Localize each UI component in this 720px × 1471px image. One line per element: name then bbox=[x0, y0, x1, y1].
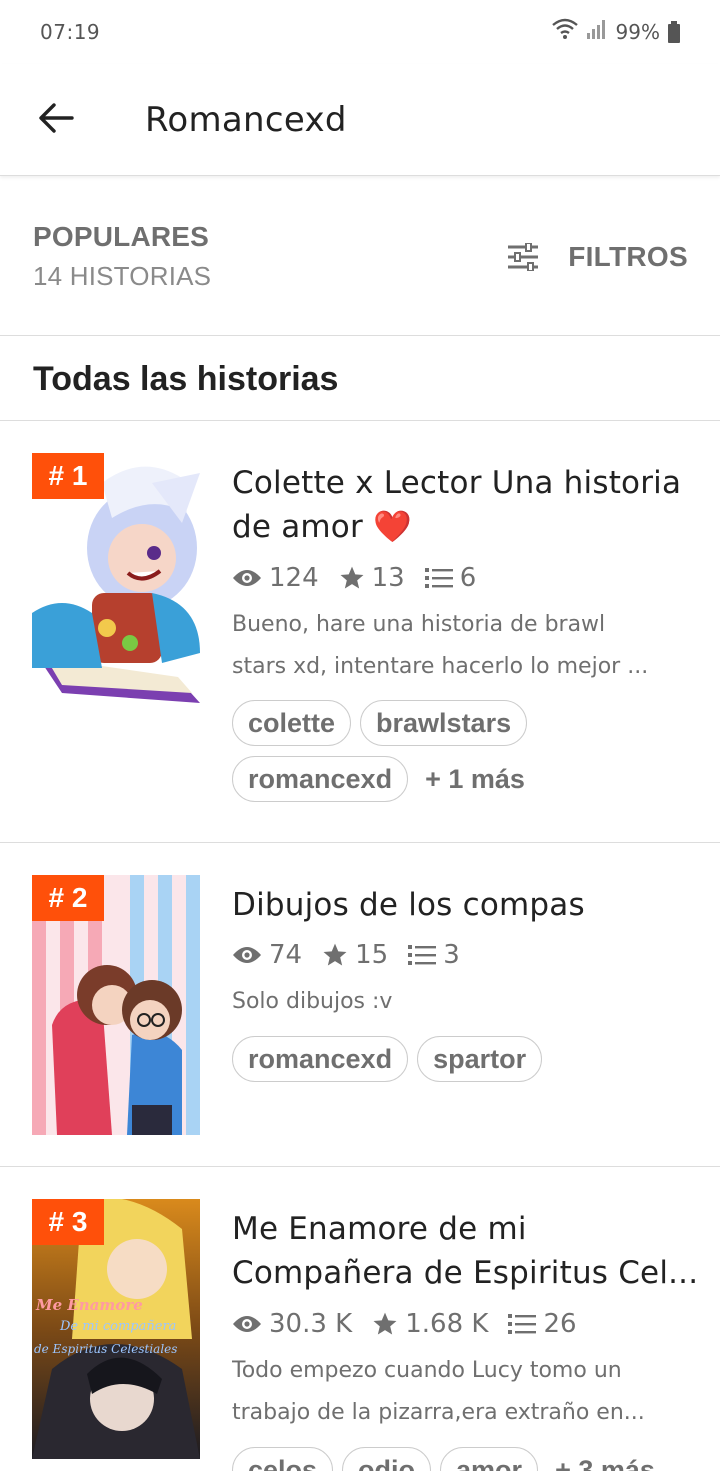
rank-badge: # 2 bbox=[32, 875, 104, 921]
story-title-line: Compañera de Espiritus Cel... bbox=[232, 1255, 699, 1291]
eye-icon bbox=[233, 1316, 261, 1332]
app-bar: Romancexd bbox=[0, 64, 720, 176]
story-description: Solo dibujos :v bbox=[232, 989, 393, 1014]
arrow-left-icon bbox=[39, 103, 74, 133]
eye-icon bbox=[233, 570, 261, 586]
votes-stat: 13 bbox=[339, 563, 405, 593]
story-title-text: Colette x Lector Una historia de amor bbox=[232, 465, 682, 545]
story-description: trabajo de la pizarra,era extraño en... bbox=[232, 1400, 645, 1425]
votes-count: 15 bbox=[355, 940, 389, 970]
reads-count: 74 bbox=[269, 940, 303, 970]
story-cover[interactable]: # 2 bbox=[32, 875, 200, 1135]
battery-icon bbox=[668, 20, 680, 43]
list-icon bbox=[424, 568, 453, 588]
more-tags-link[interactable]: + 3 más bbox=[547, 1447, 663, 1471]
tag-chip[interactable]: spartor bbox=[417, 1036, 543, 1082]
tag-chip[interactable]: romancexd bbox=[232, 1036, 409, 1082]
reads-count: 124 bbox=[269, 563, 319, 593]
story-item-1[interactable]: # 1 Colette x Lector Una historia de amo… bbox=[0, 421, 720, 842]
star-icon bbox=[373, 1312, 397, 1335]
story-count: 14 HISTORIAS bbox=[33, 261, 212, 291]
status-indicators: 99% bbox=[551, 18, 680, 45]
status-time: 07:19 bbox=[40, 20, 101, 44]
parts-count: 6 bbox=[459, 563, 477, 593]
reads-stat: 30.3 K bbox=[232, 1309, 352, 1339]
tag-chip[interactable]: brawlstars bbox=[360, 700, 528, 746]
filters-button[interactable]: FILTROS bbox=[506, 235, 688, 279]
story-description: stars xd, intentare hacerlo lo mejor ... bbox=[232, 654, 649, 679]
heart-emoji: ❤️ bbox=[372, 509, 412, 545]
reads-stat: 74 bbox=[232, 940, 302, 970]
cover-caption-line: de Espiritus Celestiales bbox=[34, 1342, 178, 1356]
rank-badge: # 3 bbox=[32, 1199, 104, 1245]
tag-chip[interactable]: amor bbox=[440, 1447, 539, 1471]
wifi-icon bbox=[551, 18, 578, 45]
section-heading: Todas las historias bbox=[33, 360, 339, 398]
story-stats: 124 13 6 bbox=[232, 560, 496, 596]
eye-icon bbox=[233, 947, 261, 963]
story-cover[interactable]: # 1 bbox=[32, 453, 200, 713]
star-icon bbox=[340, 566, 364, 589]
tag-list: celos odio amor + 3 más bbox=[232, 1447, 702, 1471]
tag-chip[interactable]: odio bbox=[342, 1447, 432, 1471]
list-icon bbox=[508, 1314, 537, 1334]
votes-count: 1.68 K bbox=[405, 1309, 489, 1339]
sort-selector[interactable]: POPULARES bbox=[33, 221, 209, 253]
list-icon bbox=[408, 945, 437, 965]
filters-label: FILTROS bbox=[568, 241, 688, 272]
story-description: Bueno, hare una historia de brawl bbox=[232, 612, 606, 637]
story-title-line: Me Enamore de mi bbox=[232, 1211, 527, 1247]
reads-stat: 124 bbox=[232, 563, 319, 593]
rank-badge: # 1 bbox=[32, 453, 104, 499]
parts-count: 3 bbox=[443, 940, 460, 970]
votes-stat: 15 bbox=[322, 940, 388, 970]
parts-count: 26 bbox=[543, 1309, 577, 1339]
story-title: Me Enamore de mi Compañera de Espiritus … bbox=[232, 1207, 699, 1295]
page-title: Romancexd bbox=[145, 100, 347, 140]
reads-count: 30.3 K bbox=[269, 1309, 353, 1339]
more-tags-link[interactable]: + 1 más bbox=[417, 756, 533, 802]
tag-list: colette brawlstars romancexd + 1 más bbox=[232, 700, 702, 802]
story-title: Dibujos de los compas bbox=[232, 887, 585, 923]
parts-stat: 26 bbox=[508, 1309, 577, 1339]
status-bar: 07:19 99% bbox=[0, 0, 720, 64]
story-item-2[interactable]: # 2 Dibujos de los compas 74 15 3 Solo d… bbox=[0, 843, 720, 1166]
votes-stat: 1.68 K bbox=[372, 1309, 488, 1339]
story-description: Todo empezo cuando Lucy tomo un bbox=[232, 1358, 622, 1383]
tag-chip[interactable]: romancexd bbox=[232, 756, 409, 802]
story-item-3[interactable]: # 3 Me Enamore De mi compañera de Espiri… bbox=[0, 1167, 720, 1471]
tag-chip[interactable]: colette bbox=[232, 700, 352, 746]
votes-count: 13 bbox=[371, 563, 405, 593]
parts-stat: 6 bbox=[424, 563, 477, 593]
battery-percent: 99% bbox=[615, 19, 660, 44]
tag-list: romancexd spartor bbox=[232, 1036, 702, 1082]
tag-chip[interactable]: celos bbox=[232, 1447, 334, 1471]
story-stats: 74 15 3 bbox=[232, 937, 480, 973]
sliders-icon bbox=[508, 243, 539, 271]
story-cover[interactable]: # 3 Me Enamore De mi compañera de Espiri… bbox=[32, 1199, 200, 1459]
story-title: Colette x Lector Una historia de amor ❤️ bbox=[232, 461, 692, 549]
sort-filter-bar: POPULARES 14 HISTORIAS FILTROS bbox=[0, 177, 720, 336]
signal-icon bbox=[586, 18, 608, 45]
cover-caption-line: Me Enamore bbox=[36, 1296, 143, 1314]
cover-caption-line: De mi compañera bbox=[60, 1319, 177, 1334]
back-button[interactable] bbox=[32, 94, 80, 142]
parts-stat: 3 bbox=[408, 940, 460, 970]
star-icon bbox=[323, 943, 347, 966]
cover-caption: Me Enamore De mi compañera de Espiritus … bbox=[32, 1294, 200, 1360]
story-stats: 30.3 K 1.68 K 26 bbox=[232, 1306, 597, 1342]
